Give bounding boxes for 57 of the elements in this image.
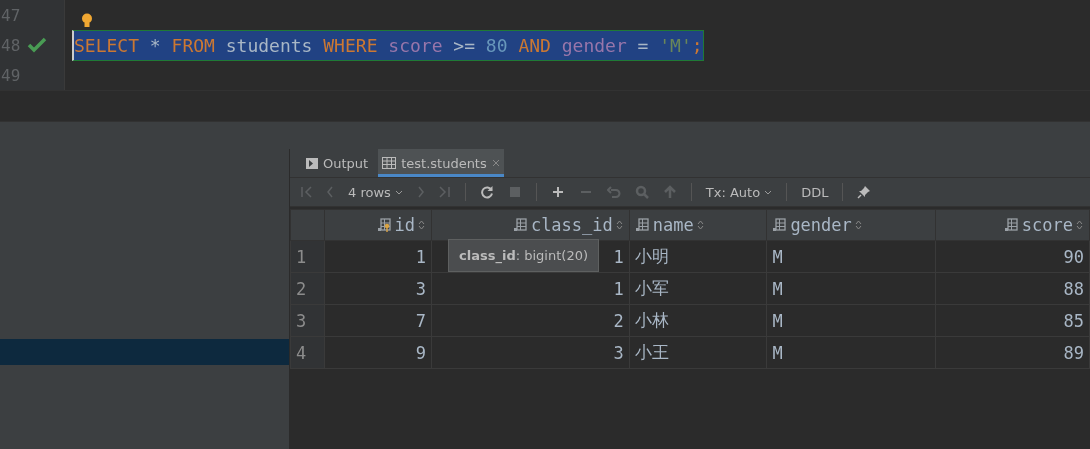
lightbulb-icon[interactable] [81,12,93,28]
sort-icon[interactable] [615,220,623,230]
last-page-icon[interactable] [438,185,451,199]
table-cell: 88 [935,272,1090,305]
column-header[interactable]: score [935,209,1090,241]
table-cell: M [766,272,936,305]
sort-icon[interactable] [418,220,426,230]
table-cell: 9 [324,336,432,369]
table-cell: 小军 [629,272,767,305]
transaction-dropdown[interactable]: Tx: Auto [705,184,773,200]
column-header[interactable]: gender [766,209,936,241]
tooltip: class_id: bigint(20) [448,239,599,272]
rows-dropdown[interactable]: 4 rows [348,184,403,200]
table-cell: M [766,240,936,273]
column-header[interactable]: name [629,209,767,241]
table-cell: 小王 [629,336,767,369]
stop-icon[interactable] [507,185,522,199]
previous-icon[interactable] [326,185,334,199]
sort-icon[interactable] [854,220,862,230]
row-number: 1 [290,240,325,273]
row-number: 3 [290,304,325,337]
add-icon[interactable] [550,185,565,199]
table-cell: 3 [324,272,432,305]
table-cell: 1 [431,272,630,305]
table-cell: M [766,304,936,337]
refresh-icon[interactable] [479,185,494,199]
column-header[interactable]: id [324,209,432,241]
tab[interactable]: Output [302,149,373,177]
table-cell: 85 [935,304,1090,337]
up-arrow-icon[interactable] [662,185,677,199]
chevron-down-icon [764,189,773,195]
sort-icon[interactable] [1076,220,1083,230]
table-cell: 小林 [629,304,767,337]
close-icon[interactable] [491,159,500,167]
console-icon [306,157,318,169]
sort-icon[interactable] [696,220,704,230]
table-cell: class_id: bigint(20) 1 [431,240,630,273]
undo-icon[interactable] [606,185,621,199]
table-cell: 2 [431,304,630,337]
preview-icon[interactable] [634,185,649,199]
table-cell: 89 [935,336,1090,369]
row-number: 2 [290,272,325,305]
row-number: 4 [290,336,325,369]
next-icon[interactable] [416,185,425,199]
ddl-button[interactable]: DDL [801,184,829,200]
first-page-icon[interactable] [300,185,312,199]
tab[interactable]: test.students [378,149,504,177]
table-icon [382,157,397,169]
pin-icon[interactable] [857,185,872,199]
table-cell: 90 [935,240,1090,273]
table-cell: 1 [324,240,432,273]
chevron-down-icon [394,189,403,195]
table-cell: 小明 [629,240,767,273]
table-cell: M [766,336,936,369]
table-cell: 3 [431,336,630,369]
column-header[interactable]: class_id [431,209,630,241]
table-cell: 7 [324,304,432,337]
